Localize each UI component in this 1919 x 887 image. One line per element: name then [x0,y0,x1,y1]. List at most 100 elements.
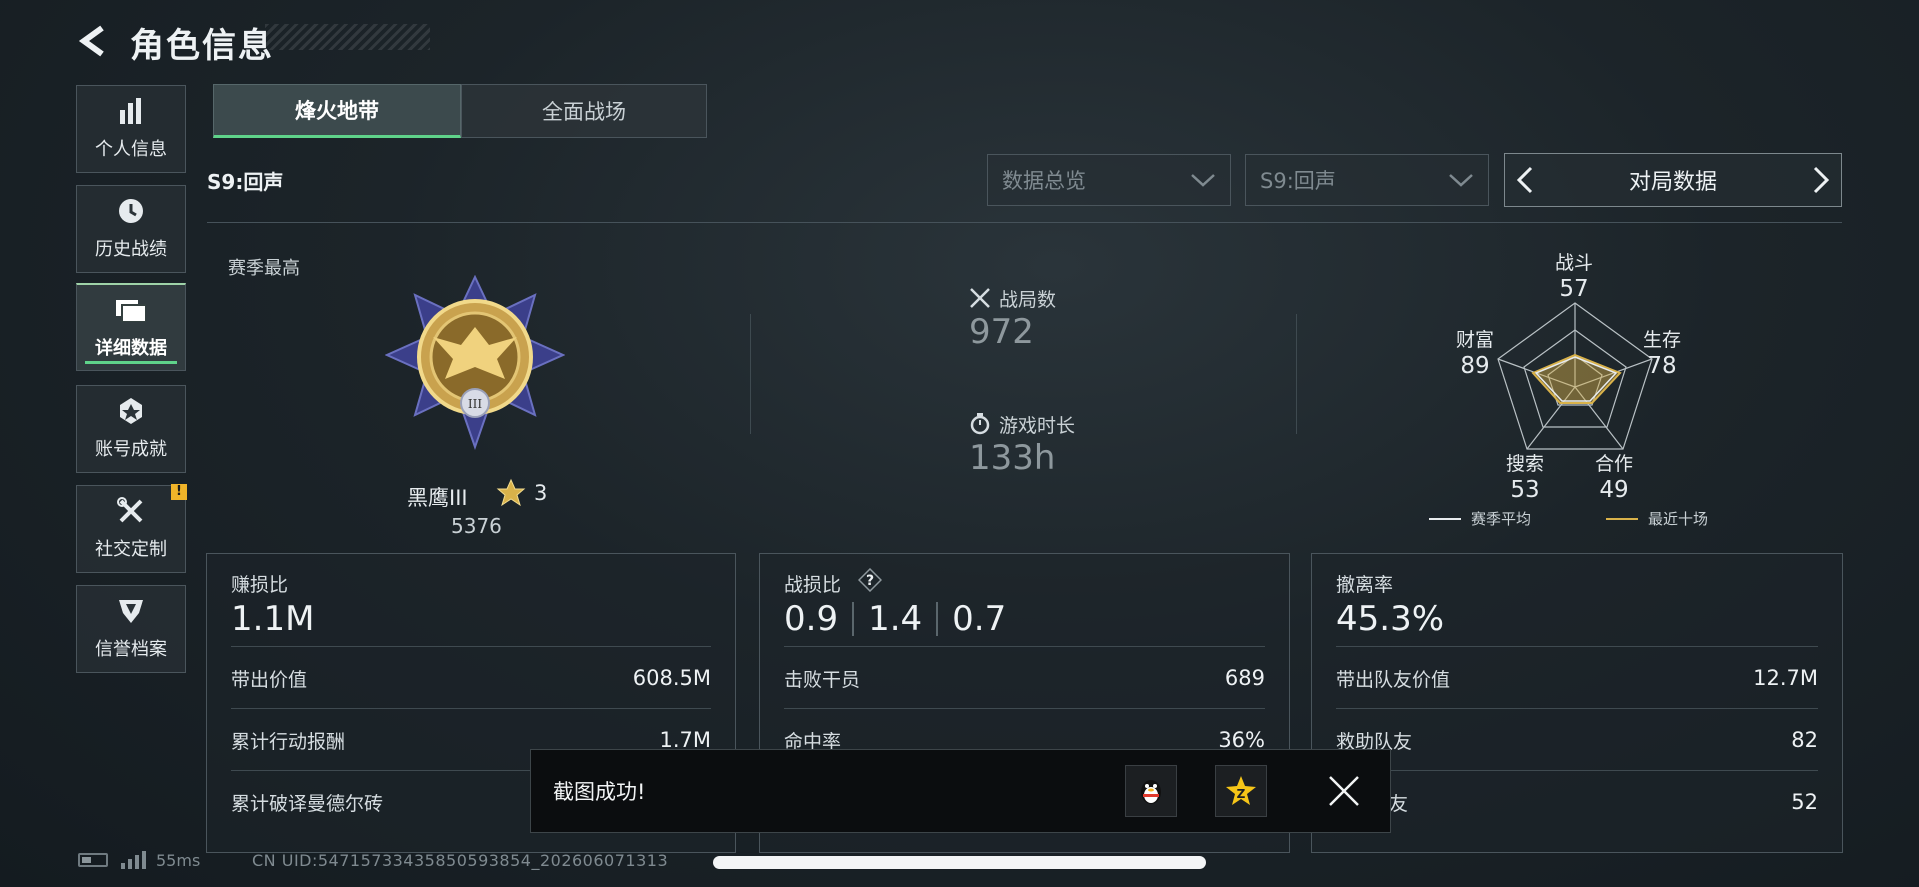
chevron-down-icon [1449,174,1473,187]
legend-swatch [1429,517,1461,520]
season-best-label: 赛季最高 [228,258,300,279]
stat-row-label: 累计破译曼德尔砖 [231,792,384,815]
bar-chart-icon [116,97,146,125]
kd-separator [852,602,855,636]
season-label: S9:回声 [207,170,284,194]
stat-row-label: 带出价值 [231,668,308,691]
sidebar-item-label: 社交定制 [95,539,167,560]
matches-label: 战局数 [999,289,1057,311]
sidebar-item-personal-info[interactable]: 个人信息 [76,85,186,173]
page-title: 角色信息 [130,26,274,66]
playtime-value: 133h [969,438,1056,478]
rank-medal-icon: III [385,275,565,450]
qzone-star-icon: Z [1226,776,1256,805]
legend-swatch [1606,517,1638,520]
close-icon[interactable] [1327,774,1361,808]
radar-value-cooperation: 49 [1599,477,1629,503]
sidebar-item-label: 个人信息 [95,139,167,160]
panel-main-value: 1.1M [231,599,315,639]
kd-value: 1.4 [868,599,923,639]
sidebar-item-reputation[interactable]: 信誉档案 [76,585,186,673]
sidebar-item-label: 信誉档案 [95,639,167,660]
legend-recent-ten: 最近十场 [1606,508,1708,529]
star-icon [496,478,526,507]
title-decoration [265,24,430,50]
sidebar-item-history[interactable]: 历史战绩 [76,185,186,273]
radar-label-combat: 战斗 [1554,252,1593,274]
rank-star-count: 3 [534,481,548,505]
svg-text:III: III [468,397,482,411]
stat-row: 救助队友 82 [1336,708,1818,771]
stat-row-label: 击败干员 [784,668,861,691]
radar-label-cooperation: 合作 [1594,453,1633,475]
stat-row-value: 689 [1224,666,1265,690]
sidebar-item-label: 详细数据 [95,337,167,359]
sidebar-item-detail-data[interactable]: 详细数据 [76,283,186,371]
legend-label: 赛季平均 [1471,510,1532,528]
help-icon[interactable]: ? [858,568,882,592]
kd-separator [936,602,939,636]
radar-value-wealth: 89 [1460,353,1490,379]
signal-icon [121,851,146,869]
legend-label: 最近十场 [1648,510,1709,528]
warning-badge: ! [171,484,187,500]
match-data-navigator: 对局数据 [1504,153,1842,207]
stat-row-value: 52 [1791,790,1818,814]
chevron-right-icon[interactable] [1811,165,1831,195]
medal-icon [116,397,146,425]
data-type-dropdown[interactable]: 数据总览 [987,154,1231,206]
stat-row: 击败干员 689 [784,646,1265,709]
matches-value: 972 [969,312,1034,352]
panel-main-value: 45.3% [1336,599,1445,639]
sidebar-item-label: 账号成就 [95,439,167,460]
header-divider [207,222,1842,223]
battery-icon [78,853,108,867]
toast-message: 截图成功! [553,780,646,804]
ping-value: 55ms [156,851,201,870]
sidebar-item-achievements[interactable]: 账号成就 [76,385,186,473]
stat-row-value: 608.5M [632,666,711,690]
section-divider [1296,314,1297,434]
shield-icon [116,597,146,625]
radar-recent-area [1531,353,1622,404]
rank-score: 5376 [451,514,502,538]
stat-row-label: 累计行动报酬 [231,730,346,753]
stat-row-value: 12.7M [1753,666,1818,690]
stat-row: 带出队友价值 12.7M [1336,646,1818,709]
section-divider [750,314,751,434]
stat-row: 带出价值 608.5M [231,646,711,709]
back-arrow-icon[interactable] [74,22,112,60]
screenshot-toast: 截图成功! Z [530,749,1391,833]
stat-row: 队友 52 [1336,770,1818,833]
panel-title: 撤离率 [1336,574,1394,596]
tools-icon [116,497,146,525]
svg-text:?: ? [866,573,874,589]
sidebar-item-label: 历史战绩 [95,239,167,260]
panel-title: 赚损比 [231,574,289,596]
radar-value-survival: 78 [1647,353,1677,379]
share-qq-button[interactable] [1125,765,1177,817]
kd-value: 0.7 [952,599,1007,639]
rank-name: 黑鹰III [407,486,468,510]
user-uid: CN UID:547157334358505938​54_20260607131… [252,851,669,870]
kd-value: 0.9 [784,599,839,639]
season-dropdown[interactable]: S9:回声 [1245,154,1489,206]
tab-fire-zone[interactable]: 烽火地带 [213,84,461,138]
stat-row-label: 带出队友价值 [1336,668,1451,691]
stat-row-value: 82 [1791,728,1818,752]
qq-penguin-icon [1141,780,1161,804]
radar-label-wealth: 财富 [1455,329,1494,351]
share-qzone-button[interactable]: Z [1215,765,1267,817]
clock-icon [116,197,146,225]
radar-label-search: 搜索 [1505,453,1544,475]
tab-full-battlefield[interactable]: 全面战场 [461,84,707,138]
legend-season-average: 赛季平均 [1429,508,1531,529]
home-indicator[interactable] [713,856,1206,869]
chevron-left-icon[interactable] [1515,165,1535,195]
dropdown-value: 数据总览 [1002,169,1086,193]
sidebar-item-social-custom[interactable]: 社交定制 ! [76,484,187,573]
radar-value-search: 53 [1510,477,1540,503]
chevron-down-icon [1191,174,1215,187]
dropdown-value: S9:回声 [1260,169,1336,193]
crossed-swords-icon [970,288,990,308]
